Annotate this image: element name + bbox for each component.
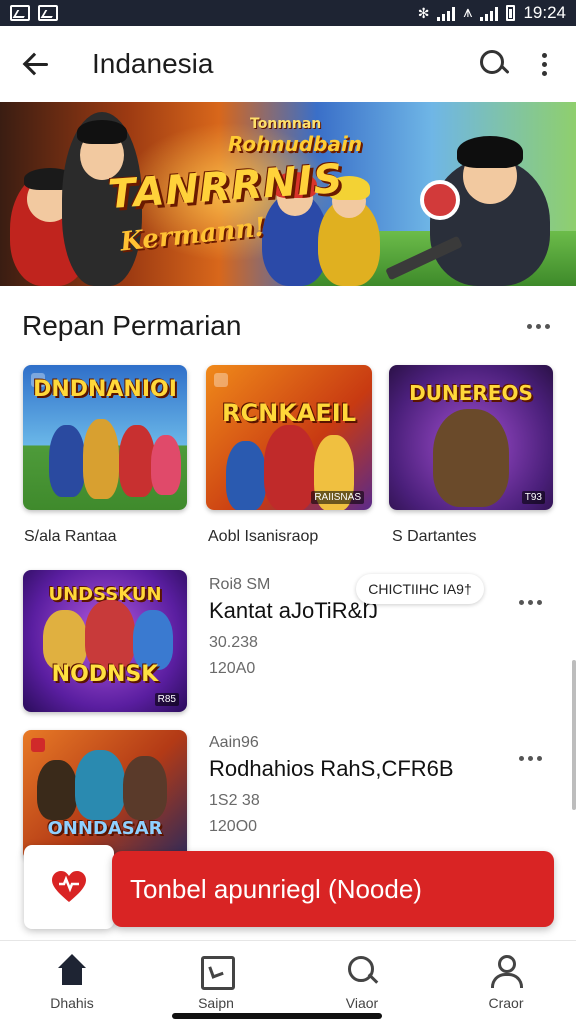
user-icon [488,953,524,989]
page-title: Indanesia [92,48,214,79]
nav-label: Dhahis [50,995,94,1011]
banner-character [318,176,380,286]
back-arrow-icon[interactable] [18,44,58,84]
heart-icon [51,870,87,904]
game-thumbnail[interactable]: RCNKAEIL RAIISNAS [206,365,372,510]
battery-icon [506,5,516,21]
list-item-title[interactable]: Rodhahios RahS,CFR6B [209,756,454,782]
home-icon [54,953,90,989]
nav-item-saipn[interactable]: Saipn [166,953,266,1011]
thumbnail-title: ONNDASAR [47,818,163,839]
list-item-more-icon[interactable] [519,600,542,605]
thumbnail-caption: S/ala Rantaa [24,528,117,545]
scrollbar[interactable] [572,660,576,810]
nav-item-profile[interactable]: Craor [456,953,556,1011]
thumbnail-title: DUNEREOS [409,381,533,405]
nav-item-home[interactable]: Dhahis [22,953,122,1011]
nav-label: Viaor [345,995,379,1011]
list-item-more-icon[interactable] [519,756,542,761]
hero-banner[interactable]: Tonmnan Rohnudbain TANRRNIS Kermann! [0,102,576,286]
thumbnail-title: DNDNANIOI [33,377,177,402]
primary-action-button[interactable]: Tonbel apunriegl (Noode) [112,851,554,927]
top-app-bar: Indanesia [0,26,576,102]
signal-icon [437,6,456,21]
thumbnail-caption: Aobl Isanisraop [208,528,319,545]
game-thumbnail[interactable]: DUNEREOS T93 [389,365,553,510]
tag-chip[interactable]: CHICTIIHC IA9† [356,574,484,604]
banner-line-1: Tonmnan [250,116,322,132]
overflow-menu-icon[interactable] [524,44,564,84]
thumbnail-badge: R85 [154,693,179,706]
search-icon[interactable] [474,44,514,84]
nav-label: Craor [488,995,524,1011]
wifi-icon: ⩚ [463,4,473,21]
search-icon [344,953,380,989]
list-item-count: 30.238 [209,634,258,651]
nav-label: Saipn [198,995,234,1011]
gallery-icon [10,5,30,21]
status-bar: ✻ ⩚ 19:24 [0,0,576,26]
favorite-button[interactable] [24,845,114,929]
game-thumbnail[interactable]: DNDNANIOI [23,365,187,510]
section-more-icon[interactable] [527,323,550,329]
list-item-thumbnail[interactable]: ONNDASAR [23,730,187,860]
vibrate-icon: ✻ [417,4,430,21]
list-item-thumbnail[interactable]: UNDSSKUN NODNSK R85 [23,570,187,712]
image-icon [38,5,58,21]
section-header: Repan Permarian [0,300,576,352]
thumbnail-badge: T93 [521,491,545,504]
list-item-title[interactable]: Kantat aJoTiR&Ŋ [209,598,378,624]
list-item-count: 120O0 [209,818,258,835]
list-item-meta: Roi8 SM [209,576,271,593]
square-icon [198,953,235,990]
thumbnail-subtitle: NODNSK [51,662,159,687]
section-title: Repan Permarian [22,310,242,341]
list-item-count: 1S2 38 [209,792,260,809]
banner-line-2: Rohnudbain [228,132,363,156]
signal-icon-2 [480,6,499,21]
banner-character [430,136,550,286]
thumbnail-caption: S Dartantes [392,528,477,545]
list-item-meta: Aain96 [209,734,259,751]
bottom-navigation: Dhahis Saipn Viaor Craor [0,940,576,1024]
thumbnail-title: RCNKAEIL [222,399,356,427]
list-item-count: 120A0 [209,660,256,677]
status-time: 19:24 [523,3,566,22]
thumbnail-badge: RAIISNAS [311,491,364,504]
home-indicator[interactable] [172,1013,382,1019]
nav-item-search[interactable]: Viaor [312,953,412,1011]
